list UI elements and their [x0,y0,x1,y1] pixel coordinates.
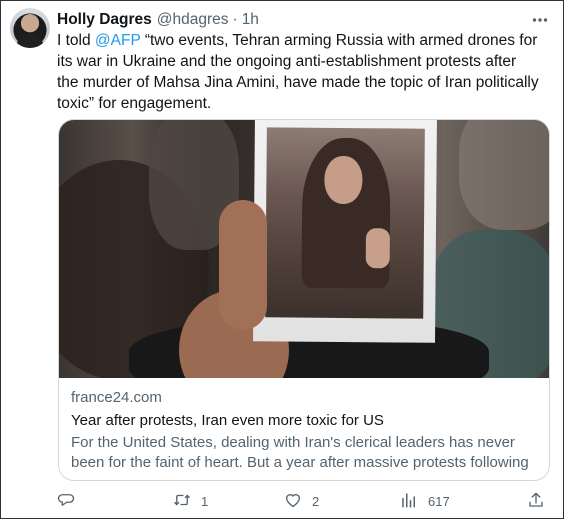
link-card[interactable]: france24.com Year after protests, Iran e… [58,119,550,481]
image-protester-hand [219,200,267,330]
link-card-image[interactable] [59,120,549,378]
like-count: 2 [312,493,320,509]
heart-icon [284,491,302,512]
separator-dot: · [232,11,238,28]
link-card-description: For the United States, dealing with Iran… [71,434,529,480]
reply-icon [57,491,75,512]
image-poster [253,120,437,343]
avatar[interactable] [10,8,50,48]
views-count: 617 [428,493,450,509]
retweet-button[interactable]: 1 [173,490,208,512]
retweet-icon [173,491,191,512]
mention-link[interactable]: @AFP [95,32,141,49]
views-button[interactable]: 617 [400,490,450,512]
share-icon [527,491,545,512]
like-button[interactable]: 2 [284,490,319,512]
tweet-text: I told @AFP “two events, Tehran arming R… [57,30,542,114]
tweet-timestamp[interactable]: 1h [242,11,259,29]
tweet: Holly Dagres @hdagres · 1h I told @AFP “… [0,0,566,521]
link-card-title: Year after protests, Iran even more toxi… [71,412,384,429]
image-background-shape [459,120,549,230]
tweet-header: Holly Dagres @hdagres · 1h [57,10,552,30]
reply-button[interactable] [57,490,85,512]
image-portrait-hand [365,228,390,269]
retweet-count: 1 [201,493,209,509]
avatar-figure [16,34,44,48]
tweet-text-prefix: I told [57,32,95,49]
share-button[interactable] [527,490,545,512]
link-card-domain: france24.com [71,389,162,406]
image-portrait-face [324,155,363,205]
author-handle[interactable]: @hdagres [157,11,229,29]
tweet-actions: 1 2 617 [57,490,547,512]
views-chart-icon [400,491,418,512]
image-poster-portrait [265,127,425,319]
author-display-name[interactable]: Holly Dagres [57,11,152,29]
more-options-icon[interactable] [528,8,552,32]
